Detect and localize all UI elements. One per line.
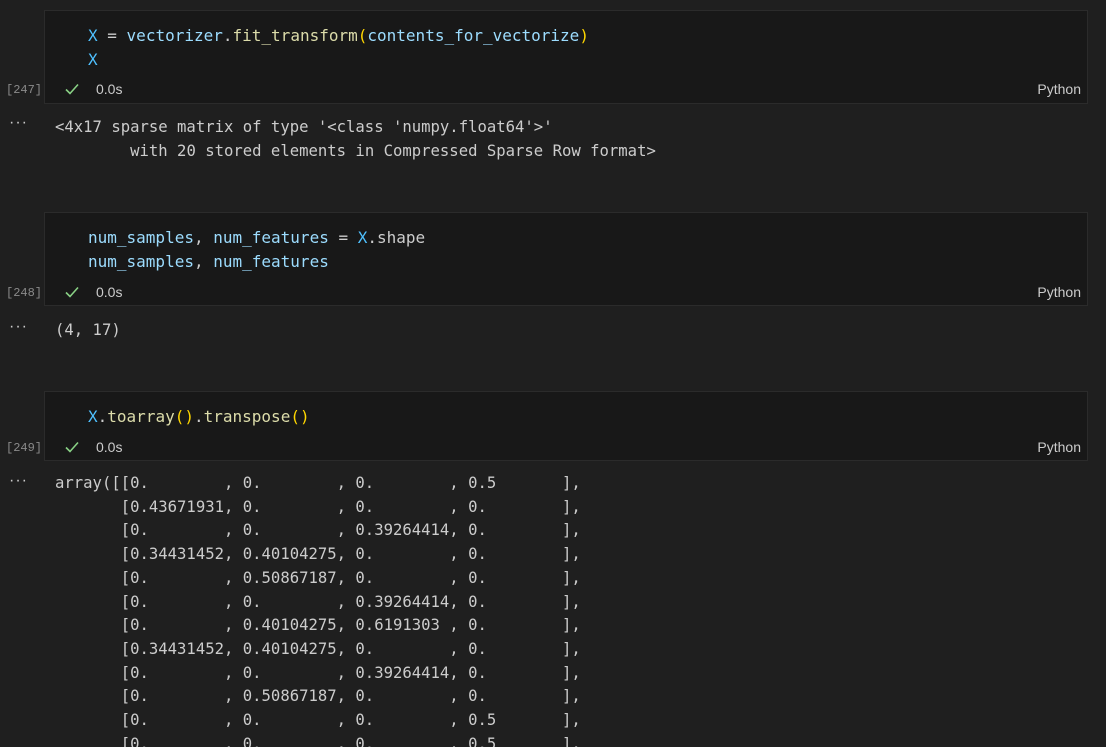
- code-token: (): [174, 407, 194, 426]
- code-token: num_samples: [88, 228, 194, 247]
- code-line: num_samples, num_features = X.shape: [88, 226, 425, 250]
- code-token: fit_transform: [232, 26, 358, 45]
- ellipsis-icon[interactable]: ···: [9, 318, 28, 336]
- check-icon: [65, 83, 79, 95]
- cell-language-picker[interactable]: Python: [1037, 81, 1081, 97]
- code-token: X: [88, 26, 98, 45]
- check-icon: [65, 441, 79, 453]
- code-token: vectorizer: [126, 26, 223, 45]
- cell-output: array([[0. , 0. , 0. , 0.5 ], [0.4367193…: [55, 474, 581, 747]
- code-token: transpose: [203, 407, 291, 426]
- code-token: (: [357, 26, 368, 45]
- execution-time: 0.0s: [96, 81, 123, 97]
- code-token: X: [357, 228, 368, 247]
- code-line: X.toarray().transpose(): [88, 405, 310, 429]
- code-token: ): [579, 26, 589, 45]
- code-token: .: [193, 407, 204, 426]
- ellipsis-icon[interactable]: ···: [9, 114, 28, 132]
- ellipsis-icon[interactable]: ···: [9, 472, 28, 490]
- check-icon: [65, 286, 79, 298]
- code-token: contents_for_vectorize: [367, 26, 580, 45]
- code-token: toarray: [107, 407, 175, 426]
- code-token: .: [97, 407, 108, 426]
- code-line: X: [88, 48, 98, 72]
- code-token: num_features: [213, 252, 329, 271]
- execution-count: [248]: [6, 286, 43, 300]
- code-token: ,: [193, 228, 214, 247]
- cell-output: <4x17 sparse matrix of type '<class 'num…: [55, 118, 656, 160]
- code-token: .shape: [367, 228, 426, 247]
- code-token: num_features: [213, 228, 329, 247]
- code-token: X: [88, 50, 98, 69]
- code-token: .: [222, 26, 233, 45]
- code-token: (): [290, 407, 310, 426]
- execution-count: [249]: [6, 441, 43, 455]
- code-line: X = vectorizer.fit_transform(contents_fo…: [88, 24, 589, 48]
- code-token: ,: [193, 252, 214, 271]
- code-token: X: [88, 407, 98, 426]
- execution-time: 0.0s: [96, 284, 123, 300]
- code-line: num_samples, num_features: [88, 250, 329, 274]
- execution-time: 0.0s: [96, 439, 123, 455]
- code-token: num_samples: [88, 252, 194, 271]
- code-token: =: [328, 228, 358, 247]
- cell-language-picker[interactable]: Python: [1037, 439, 1081, 455]
- code-token: =: [97, 26, 127, 45]
- cell-language-picker[interactable]: Python: [1037, 284, 1081, 300]
- cell-output: (4, 17): [55, 321, 121, 339]
- execution-count: [247]: [6, 83, 43, 97]
